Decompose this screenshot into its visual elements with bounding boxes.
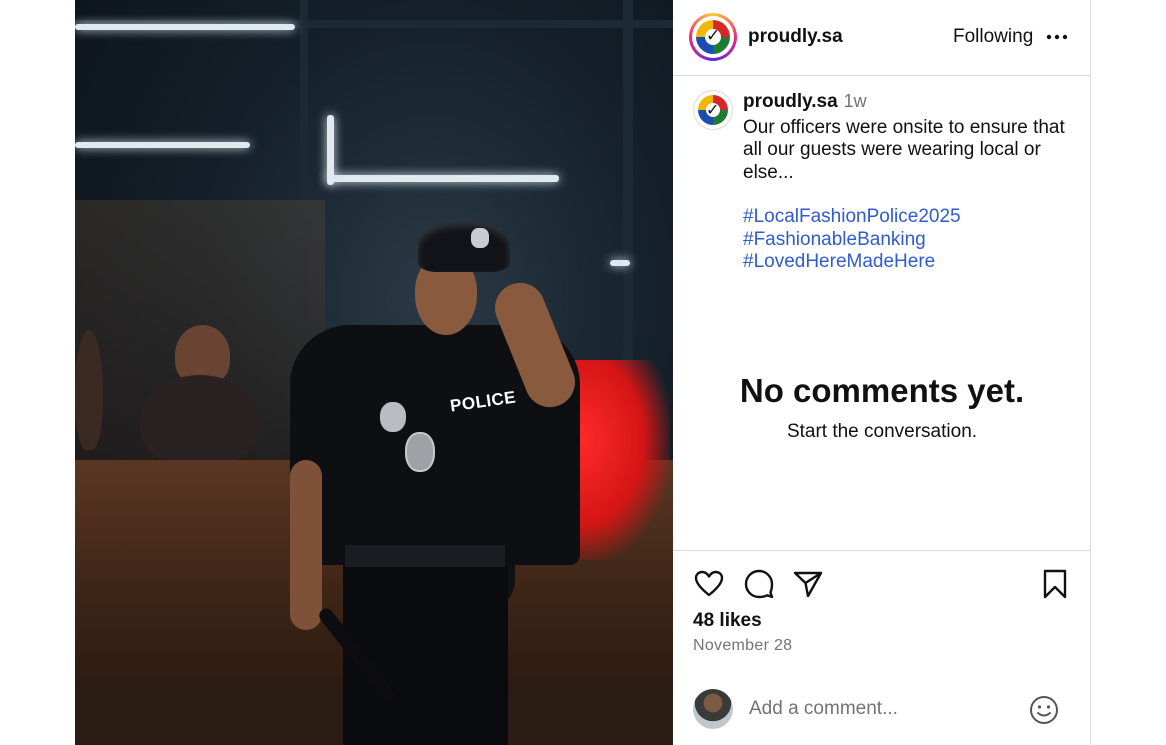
- smiley-icon[interactable]: [1029, 695, 1059, 725]
- hashtag-list: #LocalFashionPolice2025 #FashionableBank…: [743, 206, 1073, 274]
- post-photo[interactable]: POLICE: [75, 0, 673, 745]
- officer-legs: [343, 560, 508, 745]
- heart-icon[interactable]: [693, 568, 725, 600]
- comment-input[interactable]: [749, 695, 1009, 723]
- ceiling-light: [75, 142, 250, 148]
- badge-necklace: [405, 432, 435, 472]
- author-username[interactable]: proudly.sa: [748, 26, 843, 48]
- ceiling-light: [327, 115, 334, 185]
- post-caption: proudly.sa 1w Our officers were onsite to…: [743, 90, 1073, 274]
- current-user-avatar: [693, 689, 733, 729]
- following-button[interactable]: Following: [953, 26, 1033, 48]
- cap-badge: [471, 228, 489, 248]
- post-time[interactable]: 1w: [844, 91, 867, 111]
- likes-count[interactable]: 48 likes: [693, 610, 762, 632]
- caption-author-avatar[interactable]: ✓: [693, 90, 733, 130]
- hashtag-link[interactable]: #FashionableBanking: [743, 229, 1073, 252]
- author-avatar[interactable]: ✓: [689, 13, 737, 61]
- more-horizontal-icon[interactable]: [1045, 26, 1069, 48]
- post-modal: POLICE ✓ proudly.sa Following ✓ proudly.…: [0, 0, 1166, 745]
- shirt-badge: [380, 402, 406, 432]
- background-person: [75, 330, 103, 450]
- ceiling-light: [75, 24, 295, 30]
- caption-text: Our officers were onsite to ensure that …: [743, 116, 1065, 183]
- bookmark-icon[interactable]: [1039, 568, 1071, 600]
- paper-plane-icon[interactable]: [792, 568, 824, 600]
- ceiling-light: [327, 175, 559, 182]
- caption-username[interactable]: proudly.sa: [743, 91, 838, 112]
- officer-arm: [290, 460, 322, 630]
- checkmark-icon: ✓: [706, 100, 720, 119]
- police-cap: [418, 222, 510, 272]
- hashtag-link[interactable]: #LocalFashionPolice2025: [743, 206, 1073, 229]
- hashtag-link[interactable]: #LovedHereMadeHere: [743, 251, 1073, 274]
- add-comment-row: [673, 681, 1091, 745]
- post-side-panel: ✓ proudly.sa Following ✓ proudly.sa 1w Ou…: [673, 0, 1091, 745]
- background-person: [140, 375, 260, 465]
- checkmark-icon: ✓: [706, 26, 721, 46]
- ceiling-light: [610, 260, 630, 266]
- post-header: ✓ proudly.sa Following: [673, 0, 1091, 76]
- action-bar: 48 likes November 28: [673, 550, 1091, 745]
- comment-bubble-icon[interactable]: [743, 568, 775, 600]
- officer-belt: [345, 545, 505, 567]
- no-comments-subtitle: Start the conversation.: [786, 421, 978, 442]
- post-date[interactable]: November 28: [693, 637, 792, 655]
- no-comments-title: No comments yet.: [739, 372, 1025, 409]
